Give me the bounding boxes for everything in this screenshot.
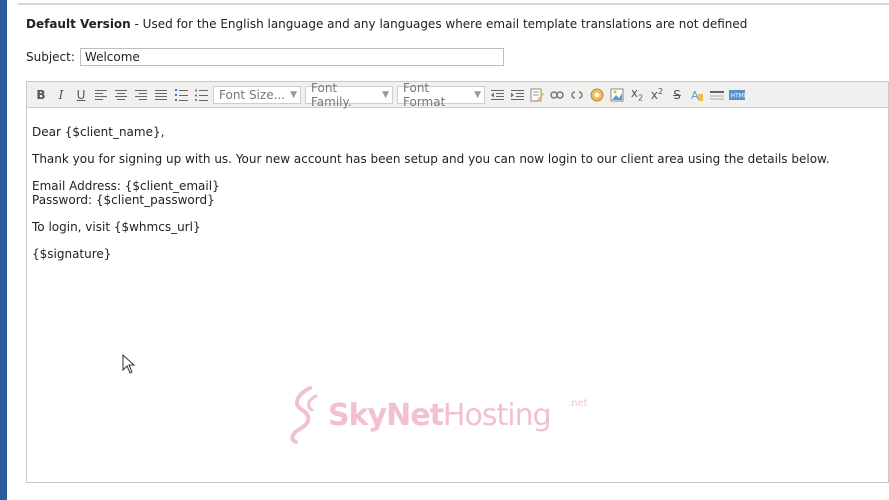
numbered-list-icon <box>174 88 188 101</box>
body-password: Password: {$client_password} <box>32 193 215 207</box>
superscript-button[interactable]: x2 <box>647 85 667 105</box>
skynethosting-watermark: SkyNetHosting .net <box>288 384 588 446</box>
body-email: Email Address: {$client_email} <box>32 179 220 193</box>
align-right-button[interactable] <box>131 85 151 105</box>
svg-text:A: A <box>691 89 699 102</box>
align-center-button[interactable] <box>111 85 131 105</box>
version-heading: Default Version - Used for the English l… <box>26 17 747 31</box>
body-greeting: Dear {$client_name}, <box>32 125 165 139</box>
watermark-text: SkyNetHosting <box>328 397 552 433</box>
bullet-list-icon <box>194 89 208 101</box>
justify-button[interactable] <box>151 85 171 105</box>
font-family-select[interactable]: Font Family. ▼ <box>305 81 393 109</box>
chevron-down-icon: ▼ <box>290 89 297 100</box>
font-format-select[interactable]: Font Format ▼ <box>397 81 485 109</box>
outdent-icon <box>490 90 504 100</box>
underline-icon: U <box>76 87 86 102</box>
insert-image-button[interactable] <box>607 85 627 105</box>
editor-content[interactable]: Dear {$client_name}, Thank you for signi… <box>27 108 888 261</box>
subscript-icon: x2 <box>630 86 644 103</box>
mouse-pointer-icon <box>122 354 136 374</box>
font-size-value: Font Size... <box>219 87 286 102</box>
align-center-icon <box>115 90 127 100</box>
remove-format-icon: A <box>691 89 703 102</box>
subject-label: Subject: <box>26 50 75 64</box>
html-source-button[interactable]: HTML <box>727 85 747 105</box>
unlink-icon <box>571 90 583 99</box>
horizontal-rule-button[interactable] <box>707 85 727 105</box>
align-left-button[interactable] <box>91 85 111 105</box>
watermark-suffix: .net <box>568 398 588 409</box>
superscript-icon: x2 <box>650 87 664 102</box>
subscript-button[interactable]: x2 <box>627 85 647 105</box>
unlink-button[interactable] <box>567 85 587 105</box>
italic-icon: I <box>58 87 64 102</box>
version-title: Default Version <box>26 17 131 31</box>
italic-button[interactable]: I <box>51 85 71 105</box>
indent-button[interactable] <box>507 85 527 105</box>
bullet-list-button[interactable] <box>191 85 211 105</box>
svg-text:HTML: HTML <box>731 92 746 99</box>
subject-input[interactable] <box>79 48 504 66</box>
font-family-value: Font Family. <box>311 80 352 109</box>
version-description: - Used for the English language and any … <box>130 17 748 31</box>
justify-icon <box>155 90 167 100</box>
outdent-button[interactable] <box>487 85 507 105</box>
bold-icon: B <box>36 87 46 102</box>
strikethrough-icon: S <box>673 87 681 102</box>
chevron-down-icon: ▼ <box>474 89 481 100</box>
watermark-logo-icon <box>290 386 318 444</box>
font-size-select[interactable]: Font Size... ▼ <box>213 85 301 104</box>
editor-toolbar: B I U Font Size... ▼ Font Family. ▼ Font F… <box>27 81 888 109</box>
underline-button[interactable]: U <box>71 85 91 105</box>
edit-source-button[interactable] <box>527 85 547 105</box>
subject-row: Subject: <box>26 47 504 67</box>
edit-source-icon <box>530 88 544 101</box>
insert-link-button[interactable] <box>547 85 567 105</box>
link-icon <box>550 90 564 99</box>
body-signature: {$signature} <box>32 247 112 261</box>
align-left-icon <box>95 90 107 100</box>
anchor-icon <box>590 88 604 101</box>
anchor-button[interactable] <box>587 85 607 105</box>
chevron-down-icon: ▼ <box>382 89 389 100</box>
left-accent-bar <box>0 0 7 500</box>
strikethrough-button[interactable]: S <box>667 85 687 105</box>
bold-button[interactable]: B <box>31 85 51 105</box>
remove-format-button[interactable]: A <box>687 85 707 105</box>
body-intro: Thank you for signing up with us. Your n… <box>32 152 830 166</box>
horizontal-rule-icon <box>710 90 724 99</box>
watermark-brand: SkyNet <box>328 397 444 433</box>
align-right-icon <box>135 90 147 100</box>
font-format-value: Font Format <box>403 80 446 109</box>
image-icon <box>610 88 624 101</box>
numbered-list-button[interactable] <box>171 85 191 105</box>
html-icon: HTML <box>729 89 746 100</box>
watermark-brand-hosting: Hosting <box>442 397 552 433</box>
section-divider <box>18 3 889 5</box>
indent-icon <box>510 90 524 100</box>
body-login: To login, visit {$whmcs_url} <box>32 220 201 234</box>
